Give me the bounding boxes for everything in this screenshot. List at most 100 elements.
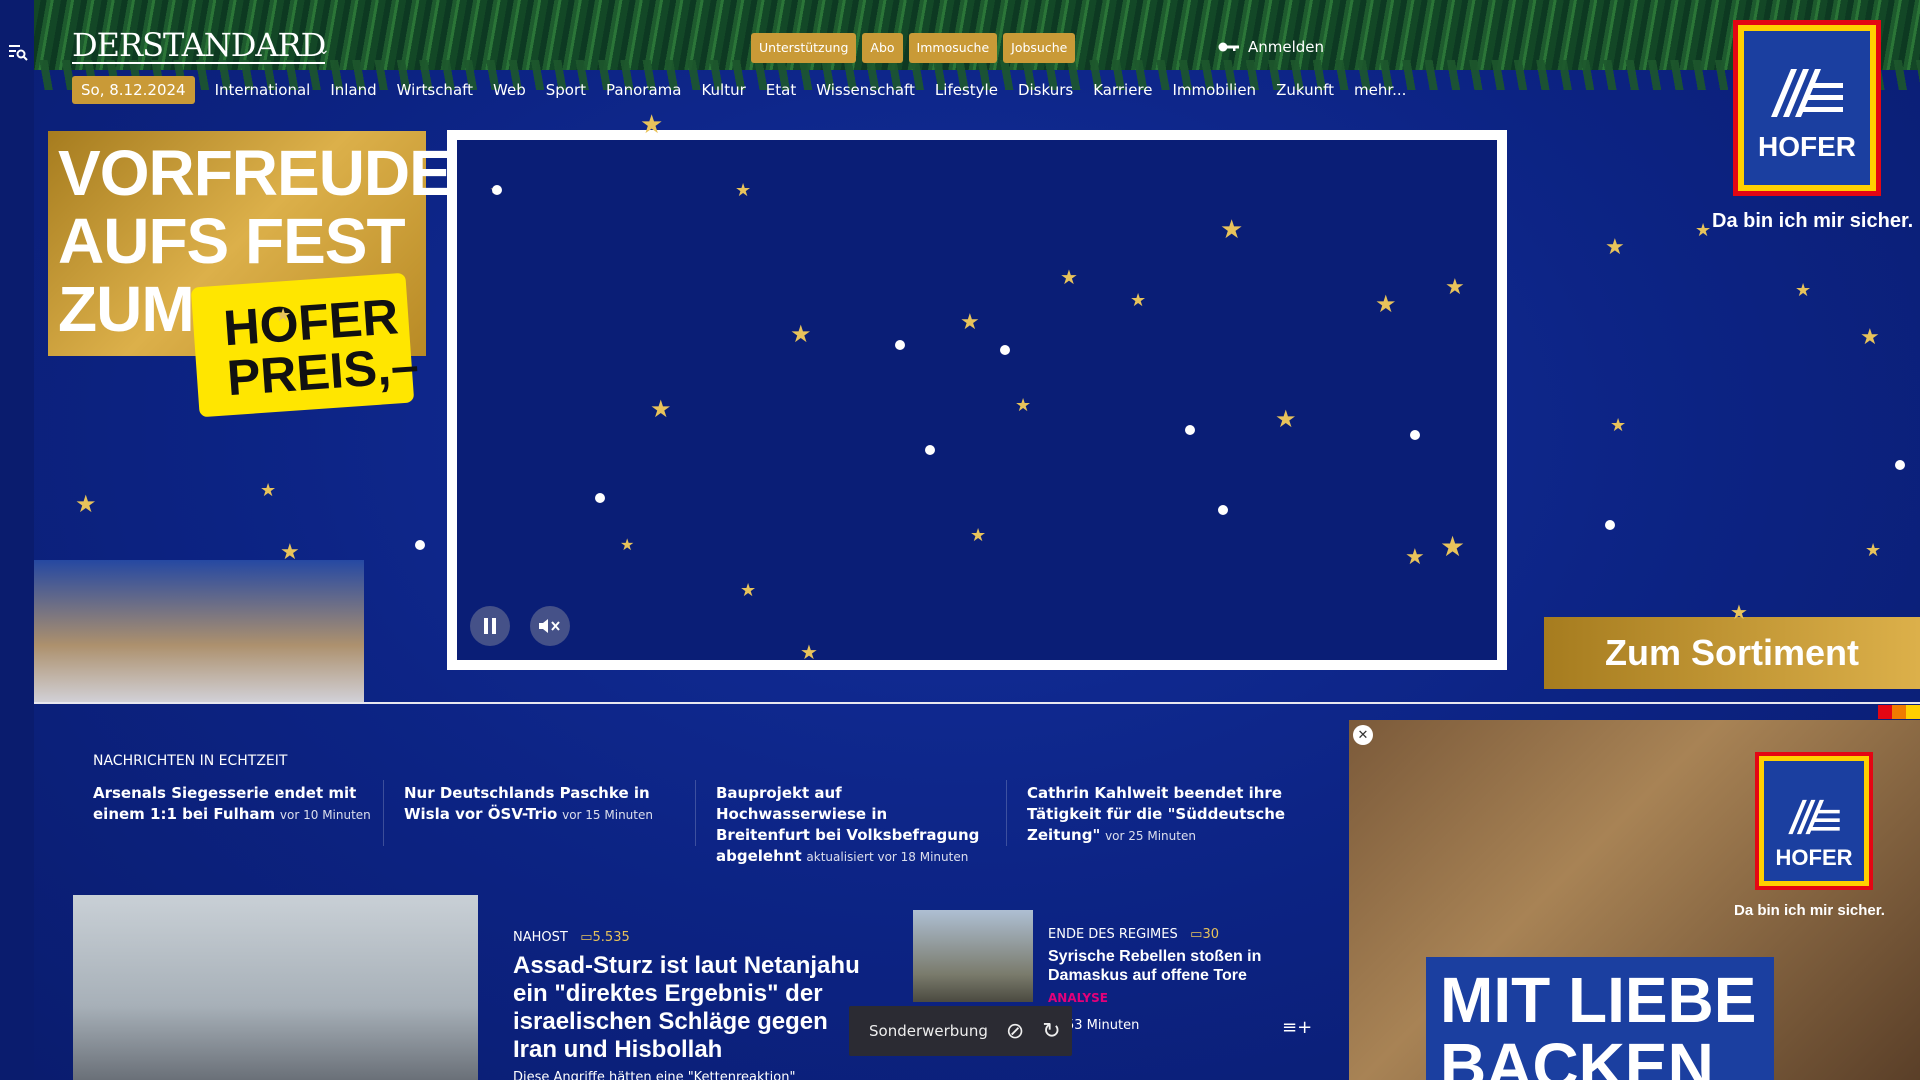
abo-link[interactable]: Abo <box>862 33 903 63</box>
star-icon: ★ <box>1405 545 1425 570</box>
snow-dot <box>1895 460 1905 470</box>
star-icon: ★ <box>260 480 277 501</box>
lead-story-kicker: NAHOST ▭5.535 <box>513 930 630 945</box>
snow-dot <box>925 445 935 455</box>
star-icon: ★ <box>275 305 292 326</box>
badge-line2: PREIS,– <box>225 337 421 407</box>
nav-lifestyle[interactable]: Lifestyle <box>935 81 998 99</box>
nav-sport[interactable]: Sport <box>546 81 586 99</box>
hide-eye-icon[interactable]: ⊘ <box>1006 1019 1024 1044</box>
lead-story-teaser: Diese Angriffe hätten eine "Kettenreakti… <box>513 1070 796 1080</box>
menu-search-icon[interactable] <box>8 42 28 62</box>
second-comment-count[interactable]: 30 <box>1202 927 1219 942</box>
realtime-item[interactable]: Cathrin Kahlweit beendet ihre Tätigkeit … <box>1027 783 1292 847</box>
realtime-time: vor 15 Minuten <box>562 808 653 822</box>
ad-headline-line1: MIT LIEBE <box>1440 964 1757 1036</box>
star-icon: ★ <box>1610 415 1627 436</box>
lead-kicker-label: NAHOST <box>513 930 568 945</box>
zum-sortiment-button[interactable]: Zum Sortiment <box>1544 617 1920 689</box>
replay-icon[interactable]: ↻ <box>1042 1019 1060 1044</box>
realtime-time: vor 25 Minuten <box>1105 829 1196 843</box>
separator <box>695 780 696 846</box>
star-icon: ★ <box>640 110 664 140</box>
nav-immobilien[interactable]: Immobilien <box>1172 81 1256 99</box>
hofer-stripes-icon <box>1771 69 1843 117</box>
gift-boxes-image <box>34 560 364 702</box>
hofer-brand-label: HOFER <box>1758 131 1856 162</box>
lead-story-headline[interactable]: Assad-Sturz ist laut Netanjahu ein "dire… <box>513 952 873 1064</box>
top-links: Unterstützung Abo Immosuche Jobsuche <box>751 33 1076 63</box>
ad-left-line3: ZUM <box>58 273 195 345</box>
hofer-logo[interactable]: HOFER <box>1733 20 1881 196</box>
nav-karriere[interactable]: Karriere <box>1093 81 1152 99</box>
nav-inland[interactable]: Inland <box>330 81 376 99</box>
nav-wirtschaft[interactable]: Wirtschaft <box>397 81 473 99</box>
hofer-tagline: Da bin ich mir sicher. <box>1712 210 1914 232</box>
star-icon: ★ <box>1060 265 1078 289</box>
comment-icon: ▭ <box>1181 927 1203 942</box>
star-icon: ★ <box>650 395 672 423</box>
snow-dot <box>1000 345 1010 355</box>
login-button[interactable]: Anmelden <box>1218 38 1324 56</box>
lead-comment-count[interactable]: 5.535 <box>593 930 630 945</box>
nav-more[interactable]: mehr... <box>1354 81 1406 99</box>
star-icon: ★ <box>620 535 635 554</box>
sonderwerbung-label: Sonderwerbung <box>869 1022 988 1040</box>
speaker-muted-icon <box>539 619 560 633</box>
jobsuche-link[interactable]: Jobsuche <box>1003 33 1076 63</box>
star-icon: ★ <box>1275 405 1297 433</box>
realtime-time: aktualisiert vor 18 Minuten <box>806 850 969 864</box>
star-icon: ★ <box>790 320 812 348</box>
nav-kultur[interactable]: Kultur <box>701 81 745 99</box>
snow-dot <box>492 185 502 195</box>
star-icon: ★ <box>1015 395 1032 416</box>
hofer-logo-small[interactable]: HOFER <box>1755 752 1873 890</box>
video-ad-player[interactable] <box>447 130 1507 670</box>
nav-web[interactable]: Web <box>493 81 526 99</box>
lead-story-image[interactable] <box>73 895 478 1080</box>
main-navigation: So, 8.12.2024 International Inland Wirts… <box>72 76 1426 104</box>
nav-diskurs[interactable]: Diskurs <box>1018 81 1073 99</box>
site-logo[interactable]: DERSTANDARD <box>72 28 326 64</box>
close-icon[interactable]: ✕ <box>1353 725 1373 745</box>
realtime-item[interactable]: Nur Deutschlands Paschke in Wisla vor ÖS… <box>404 783 664 826</box>
star-icon: ★ <box>740 580 757 601</box>
realtime-item[interactable]: Arsenals Siegesserie endet mit einem 1:1… <box>93 783 373 826</box>
nav-international[interactable]: International <box>215 81 311 99</box>
star-icon: ★ <box>1605 235 1625 260</box>
star-icon: ★ <box>960 310 980 335</box>
current-date: So, 8.12.2024 <box>72 76 195 104</box>
star-icon: ★ <box>1440 530 1466 563</box>
star-icon: ★ <box>970 525 987 546</box>
pause-icon <box>484 618 496 634</box>
star-icon: ★ <box>1130 290 1147 311</box>
star-icon: ★ <box>75 490 97 518</box>
nav-panorama[interactable]: Panorama <box>606 81 681 99</box>
realtime-item[interactable]: Bauprojekt auf Hochwasserwiese in Breite… <box>716 783 986 868</box>
snow-dot <box>1410 430 1420 440</box>
nav-zukunft[interactable]: Zukunft <box>1276 81 1334 99</box>
star-icon: ★ <box>1865 540 1882 561</box>
mit-liebe-backen-headline: MIT LIEBE BACKEN <box>1426 957 1774 1080</box>
corner-orange <box>1892 705 1906 719</box>
second-story-time: 53 Minuten <box>1066 1018 1140 1033</box>
second-story-headline[interactable]: Syrische Rebellen stoßen in Damaskus auf… <box>1048 947 1288 985</box>
hofer-tagline-small: Da bin ich mir sicher. <box>1734 902 1885 919</box>
snow-dot <box>1185 425 1195 435</box>
mute-button[interactable] <box>530 606 570 646</box>
login-label: Anmelden <box>1248 38 1325 56</box>
immosuche-link[interactable]: Immosuche <box>908 33 998 63</box>
star-icon: ★ <box>800 640 818 664</box>
support-link[interactable]: Unterstützung <box>751 33 857 63</box>
star-icon: ★ <box>1375 290 1397 318</box>
nav-etat[interactable]: Etat <box>766 81 796 99</box>
pause-button[interactable] <box>470 606 510 646</box>
sonderwerbung-bar: Sonderwerbung ⊘ ↻ <box>849 1006 1072 1056</box>
add-to-list-icon[interactable]: ≡+ <box>1282 1017 1312 1038</box>
ad-left-line1: VORFREUDE <box>58 137 452 209</box>
nav-wissenschaft[interactable]: Wissenschaft <box>816 81 915 99</box>
second-story-image[interactable] <box>913 910 1033 1002</box>
star-icon: ★ <box>1445 275 1465 300</box>
chevron-down-icon[interactable]: ⌄ <box>318 42 330 58</box>
snow-dot <box>415 540 425 550</box>
